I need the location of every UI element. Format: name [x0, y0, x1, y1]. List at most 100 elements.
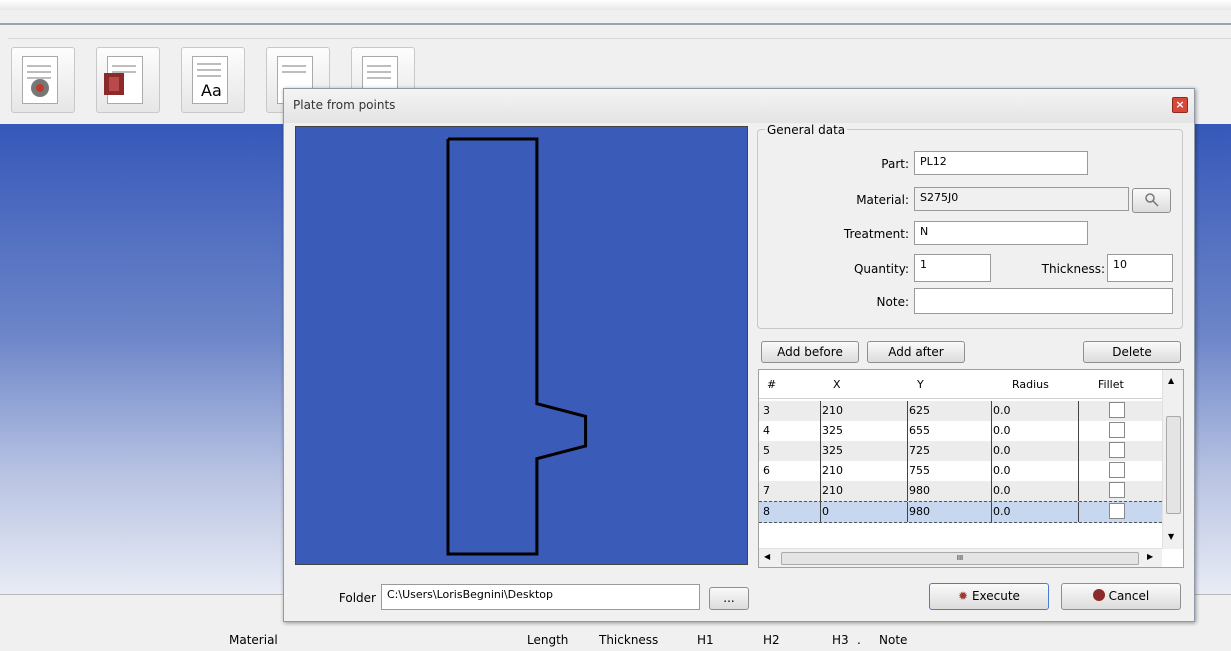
row-number: 4	[763, 424, 770, 437]
table-row[interactable]: 3 210 625 0.0	[759, 401, 1162, 421]
quantity-label: Quantity:	[853, 262, 909, 276]
table-row-selected[interactable]: 8 0 980 0.0	[759, 501, 1162, 523]
header-y[interactable]: Y	[917, 378, 924, 391]
row-radius[interactable]: 0.0	[993, 464, 1011, 477]
row-y[interactable]: 980	[909, 484, 930, 497]
execute-label: Execute	[971, 589, 1020, 603]
column-h1[interactable]: H1	[697, 633, 714, 647]
material-search-button[interactable]	[1132, 188, 1171, 213]
settings-document-icon	[22, 56, 58, 104]
execute-button[interactable]: ✹ Execute	[929, 583, 1049, 610]
row-x[interactable]: 325	[822, 444, 843, 457]
quantity-input[interactable]: 1	[914, 254, 991, 282]
close-icon[interactable]: ×	[1172, 97, 1188, 113]
horizontal-scroll-thumb[interactable]: III	[781, 552, 1139, 565]
table-horizontal-scrollbar[interactable]: ◀ III ▶	[759, 548, 1162, 567]
scroll-left-icon[interactable]: ◀	[764, 552, 770, 561]
browse-folder-button[interactable]: ...	[709, 587, 749, 610]
scroll-right-icon[interactable]: ▶	[1147, 552, 1153, 561]
row-y[interactable]: 625	[909, 404, 930, 417]
fillet-checkbox[interactable]	[1109, 422, 1125, 438]
header-radius[interactable]: Radius	[1012, 378, 1049, 391]
column-h3[interactable]: H3	[832, 633, 849, 647]
points-table: # X Y Radius Fillet 3 210 625 0.0 4 325 …	[758, 369, 1184, 568]
column-h2[interactable]: H2	[763, 633, 780, 647]
row-radius[interactable]: 0.0	[993, 484, 1011, 497]
treatment-label: Treatment:	[843, 227, 909, 241]
fillet-checkbox[interactable]	[1109, 402, 1125, 418]
beam-document-button[interactable]	[96, 47, 160, 113]
window-top-strip	[0, 0, 1231, 10]
note-input[interactable]	[914, 288, 1173, 314]
folder-label: Folder	[338, 591, 376, 605]
table-row[interactable]: 4 325 655 0.0	[759, 421, 1162, 441]
row-radius[interactable]: 0.0	[993, 424, 1011, 437]
plate-preview-canvas	[295, 126, 748, 565]
fillet-checkbox[interactable]	[1109, 462, 1125, 478]
table-row[interactable]: 6 210 755 0.0	[759, 461, 1162, 481]
treatment-input[interactable]: N	[914, 221, 1088, 245]
beam-document-icon	[104, 56, 143, 104]
scroll-down-icon[interactable]: ▼	[1168, 532, 1174, 541]
part-input[interactable]: PL12	[914, 151, 1088, 175]
row-radius[interactable]: 0.0	[993, 404, 1011, 417]
row-x[interactable]: 0	[822, 505, 829, 518]
execute-gear-icon: ✹	[958, 589, 969, 603]
header-number[interactable]: #	[767, 378, 776, 391]
row-x[interactable]: 210	[822, 484, 843, 497]
table-row[interactable]: 7 210 980 0.0	[759, 481, 1162, 501]
cancel-icon	[1092, 589, 1105, 601]
note-label: Note:	[876, 295, 909, 309]
general-data-legend: General data	[765, 123, 848, 137]
fillet-checkbox[interactable]	[1109, 442, 1125, 458]
row-y[interactable]: 980	[909, 505, 930, 518]
scroll-up-icon[interactable]: ▲	[1168, 376, 1174, 385]
row-radius[interactable]: 0.0	[993, 444, 1011, 457]
header-fillet[interactable]: Fillet	[1098, 378, 1124, 391]
row-x[interactable]: 210	[822, 404, 843, 417]
row-number: 3	[763, 404, 770, 417]
table-vertical-scrollbar[interactable]: ▲ ▼	[1162, 370, 1183, 549]
material-input[interactable]: S275J0	[914, 187, 1129, 211]
column-note[interactable]: Note	[879, 633, 907, 647]
list-column-header: Material Length Thickness H1 H2 H3 . Not…	[0, 625, 1231, 651]
vertical-scroll-thumb[interactable]	[1166, 416, 1181, 514]
font-document-icon: Aa	[192, 56, 228, 104]
add-before-button[interactable]: Add before	[761, 341, 859, 363]
dialog-titlebar[interactable]: Plate from points ×	[284, 89, 1194, 123]
settings-document-button[interactable]	[11, 47, 75, 113]
plate-polyline	[446, 137, 588, 556]
row-y[interactable]: 725	[909, 444, 930, 457]
column-material[interactable]: Material	[229, 633, 278, 647]
row-number: 6	[763, 464, 770, 477]
add-after-button[interactable]: Add after	[867, 341, 965, 363]
table-row[interactable]: 5 325 725 0.0	[759, 441, 1162, 461]
row-radius[interactable]: 0.0	[993, 505, 1011, 518]
row-x[interactable]: 210	[822, 464, 843, 477]
row-y[interactable]: 655	[909, 424, 930, 437]
cancel-button[interactable]: Cancel	[1061, 583, 1181, 610]
row-number: 8	[763, 505, 770, 518]
column-length[interactable]: Length	[527, 633, 568, 647]
font-document-button[interactable]: Aa	[181, 47, 245, 113]
column-dot: .	[857, 633, 861, 647]
row-y[interactable]: 755	[909, 464, 930, 477]
material-label: Material:	[856, 193, 909, 207]
header-x[interactable]: X	[833, 378, 841, 391]
points-table-header: # X Y Radius Fillet	[759, 370, 1162, 399]
dialog-title: Plate from points	[293, 98, 396, 112]
row-number: 5	[763, 444, 770, 457]
column-thickness[interactable]: Thickness	[599, 633, 658, 647]
search-icon	[1144, 193, 1159, 207]
plate-from-points-dialog: Plate from points × General data Part: P…	[283, 88, 1195, 622]
part-label: Part:	[881, 157, 909, 171]
cancel-label: Cancel	[1108, 589, 1150, 603]
fillet-checkbox[interactable]	[1109, 503, 1125, 519]
plate-outline	[446, 137, 588, 556]
fillet-checkbox[interactable]	[1109, 482, 1125, 498]
delete-button[interactable]: Delete	[1083, 341, 1181, 363]
row-x[interactable]: 325	[822, 424, 843, 437]
thickness-input[interactable]: 10	[1107, 254, 1173, 282]
folder-input[interactable]: C:\Users\LorisBegnini\Desktop	[381, 584, 700, 610]
row-number: 7	[763, 484, 770, 497]
